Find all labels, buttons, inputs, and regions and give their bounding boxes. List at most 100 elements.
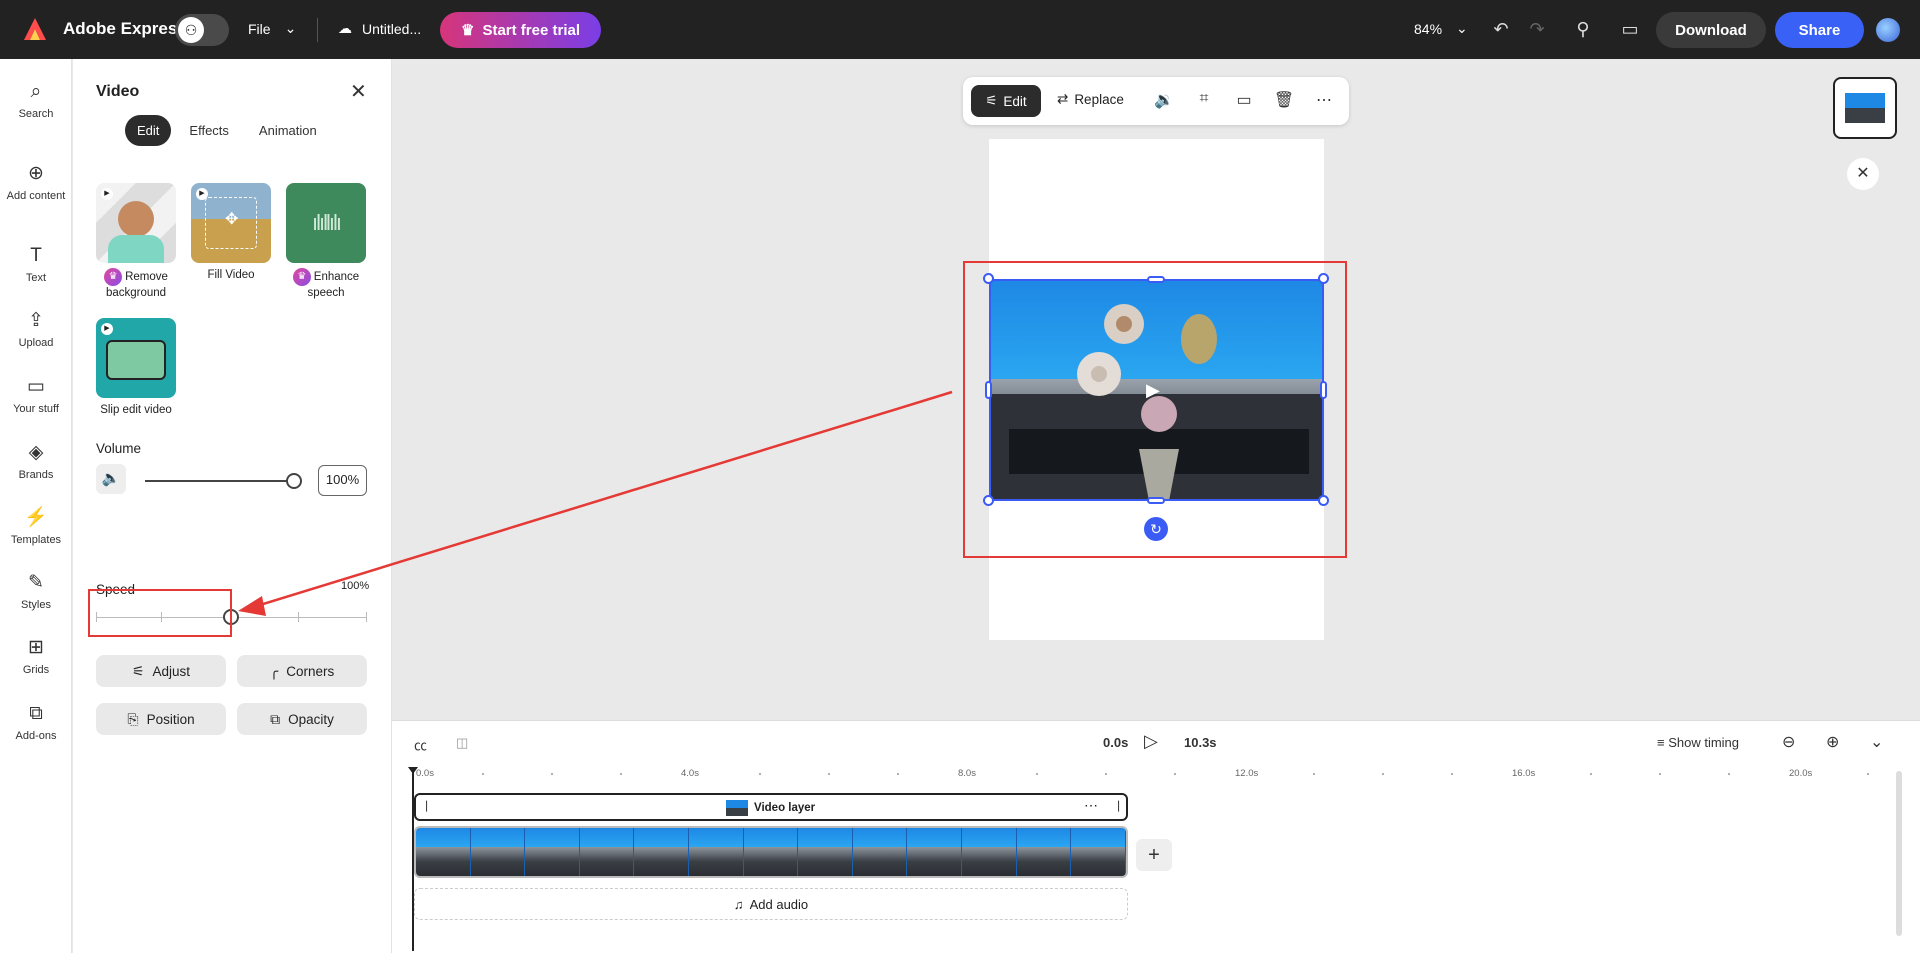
close-icon[interactable]: ✕ bbox=[350, 79, 367, 104]
zoom-in-icon[interactable]: ⊕ bbox=[1826, 732, 1839, 752]
timeline-scrollbar[interactable] bbox=[1896, 771, 1902, 936]
play-icon[interactable]: ▷ bbox=[1144, 731, 1158, 752]
ruler-tick bbox=[828, 773, 830, 775]
chevron-down-icon: ⌄ bbox=[1456, 20, 1468, 36]
show-timing-label: Show timing bbox=[1668, 735, 1740, 750]
split-icon[interactable]: ◫ bbox=[456, 735, 468, 751]
film-frame bbox=[470, 828, 526, 876]
download-button[interactable]: Download bbox=[1656, 12, 1766, 48]
redo-icon[interactable]: ↷ bbox=[1524, 16, 1550, 42]
fill-video-thumbnail: ▶ ✥ bbox=[191, 183, 271, 263]
rail-item-search[interactable]: ⌕ Search bbox=[0, 81, 72, 120]
folder-icon: ▭ bbox=[27, 376, 45, 397]
adjust-label: Adjust bbox=[152, 663, 191, 679]
sliders-icon: ⚟ bbox=[985, 93, 998, 108]
panel-tabs: Edit Effects Animation bbox=[125, 115, 329, 146]
ruler-label: 20.0s bbox=[1789, 768, 1813, 779]
video-panel: Video ✕ Edit Effects Animation ▶ ♛ Remove… bbox=[73, 59, 392, 953]
volume-slider-handle[interactable] bbox=[286, 473, 302, 489]
more-icon[interactable]: ⋯ bbox=[1313, 90, 1335, 110]
rail-item-text[interactable]: T Text bbox=[0, 245, 72, 284]
comment-icon[interactable]: ▭ bbox=[1233, 90, 1255, 110]
collapse-timeline-icon[interactable]: ⌄ bbox=[1870, 732, 1883, 752]
ruler-tick bbox=[620, 773, 622, 775]
replace-button[interactable]: ⇄ Replace bbox=[1057, 91, 1124, 107]
edit-button[interactable]: ⚟ Edit bbox=[971, 85, 1041, 117]
mode-toggle[interactable]: ⚇ bbox=[175, 14, 229, 46]
feature-label: Enhance speech bbox=[307, 271, 360, 299]
speaker-icon[interactable]: 🔈 bbox=[96, 464, 126, 494]
trim-handle-right[interactable]: ❘ bbox=[1114, 799, 1123, 812]
zoom-dropdown[interactable]: 84% ⌄ bbox=[1414, 20, 1468, 37]
text-icon: T bbox=[30, 245, 42, 266]
remove-background-card[interactable]: ▶ ♛ Remove background bbox=[96, 183, 176, 300]
share-button[interactable]: Share bbox=[1775, 12, 1864, 48]
start-free-trial-button[interactable]: ♛ Start free trial bbox=[440, 12, 601, 48]
page-thumbnail[interactable] bbox=[1833, 77, 1897, 139]
speed-tick bbox=[366, 612, 367, 622]
film-frame bbox=[579, 828, 635, 876]
close-icon[interactable]: ✕ bbox=[1847, 158, 1879, 190]
enhance-speech-card[interactable]: ılıllılı ♛ Enhance speech bbox=[286, 183, 366, 300]
rail-item-add-ons[interactable]: ⧉ Add-ons bbox=[0, 703, 72, 742]
rail-item-your-stuff[interactable]: ▭ Your stuff bbox=[0, 376, 72, 415]
rail-label: Add content bbox=[6, 190, 66, 202]
comment-icon[interactable]: ▭ bbox=[1617, 16, 1643, 42]
crop-icon[interactable]: ⌗ bbox=[1193, 90, 1215, 108]
opacity-button[interactable]: ⧉ Opacity bbox=[237, 703, 367, 735]
video-layer-bar[interactable]: ❘ Video layer ⋯ ❘ bbox=[414, 793, 1128, 821]
addons-icon: ⧉ bbox=[29, 703, 43, 724]
captions-icon[interactable]: ㏄ bbox=[414, 735, 427, 754]
ruler-tick bbox=[1313, 773, 1315, 775]
rail-item-templates[interactable]: ⚡ Templates bbox=[0, 507, 72, 546]
ruler-tick bbox=[1105, 773, 1107, 775]
align-icon: ⎘ bbox=[127, 710, 139, 727]
ruler-tick bbox=[1382, 773, 1384, 775]
ruler-label: 4.0s bbox=[681, 768, 699, 779]
ruler-tick bbox=[1036, 773, 1038, 775]
film-frame bbox=[1071, 828, 1126, 876]
enhance-speech-thumbnail: ılıllılı bbox=[286, 183, 366, 263]
zoom-out-icon[interactable]: ⊖ bbox=[1782, 732, 1795, 752]
show-timing-button[interactable]: ≡ Show timing bbox=[1657, 735, 1739, 750]
volume-value-field[interactable]: 100% bbox=[318, 465, 367, 496]
audio-icon[interactable]: 🔉 bbox=[1153, 90, 1175, 110]
tab-edit[interactable]: Edit bbox=[125, 115, 172, 146]
add-audio-button[interactable]: ♫ Add audio bbox=[414, 888, 1128, 920]
rail-item-upload[interactable]: ⇪ Upload bbox=[0, 310, 72, 349]
more-icon[interactable]: ⋯ bbox=[1084, 797, 1098, 814]
fill-video-card[interactable]: ▶ ✥ Fill Video bbox=[191, 183, 271, 282]
trim-handle-left[interactable]: ❘ bbox=[422, 799, 431, 812]
rail-item-grids[interactable]: ⊞ Grids bbox=[0, 637, 72, 676]
rail-item-styles[interactable]: ✎ Styles bbox=[0, 572, 72, 611]
avatar[interactable] bbox=[1876, 18, 1900, 42]
trash-icon[interactable]: 🗑 bbox=[1273, 90, 1295, 110]
file-menu[interactable]: File ⌄ bbox=[248, 20, 296, 37]
rail-label: Brands bbox=[18, 469, 54, 481]
grid-icon: ⊞ bbox=[28, 637, 44, 658]
video-filmstrip[interactable] bbox=[414, 826, 1128, 878]
film-frame bbox=[634, 828, 690, 876]
volume-slider-track[interactable] bbox=[145, 480, 293, 482]
slip-edit-video-card[interactable]: ▶ Slip edit video bbox=[96, 318, 176, 417]
undo-icon[interactable]: ↶ bbox=[1488, 16, 1514, 42]
left-rail: ⌕ Search ⊕ Add content T Text ⇪ Upload ▭ Your… bbox=[0, 59, 72, 953]
document-title[interactable]: ☁ Untitled... bbox=[338, 20, 421, 37]
cloud-icon: ☁ bbox=[338, 20, 352, 36]
rail-item-brands[interactable]: ◈ Brands bbox=[0, 442, 72, 481]
rail-item-add-content[interactable]: ⊕ Add content bbox=[0, 163, 72, 202]
ruler-tick bbox=[1728, 773, 1730, 775]
add-clip-button[interactable]: + bbox=[1136, 839, 1172, 871]
position-button[interactable]: ⎘ Position bbox=[96, 703, 226, 735]
corners-button[interactable]: ╭ Corners bbox=[237, 655, 367, 687]
film-frame bbox=[525, 828, 580, 876]
tab-animation[interactable]: Animation bbox=[247, 115, 329, 146]
invite-icon[interactable]: ⚲ bbox=[1570, 16, 1596, 42]
adobe-express-logo[interactable] bbox=[22, 16, 48, 42]
play-icon: ▶ bbox=[101, 188, 113, 200]
tab-effects[interactable]: Effects bbox=[177, 115, 241, 146]
film-frame bbox=[1016, 828, 1072, 876]
adjust-button[interactable]: ⚟ Adjust bbox=[96, 655, 226, 687]
layer-name: Video layer bbox=[726, 800, 815, 816]
timing-icon: ≡ bbox=[1657, 735, 1669, 750]
